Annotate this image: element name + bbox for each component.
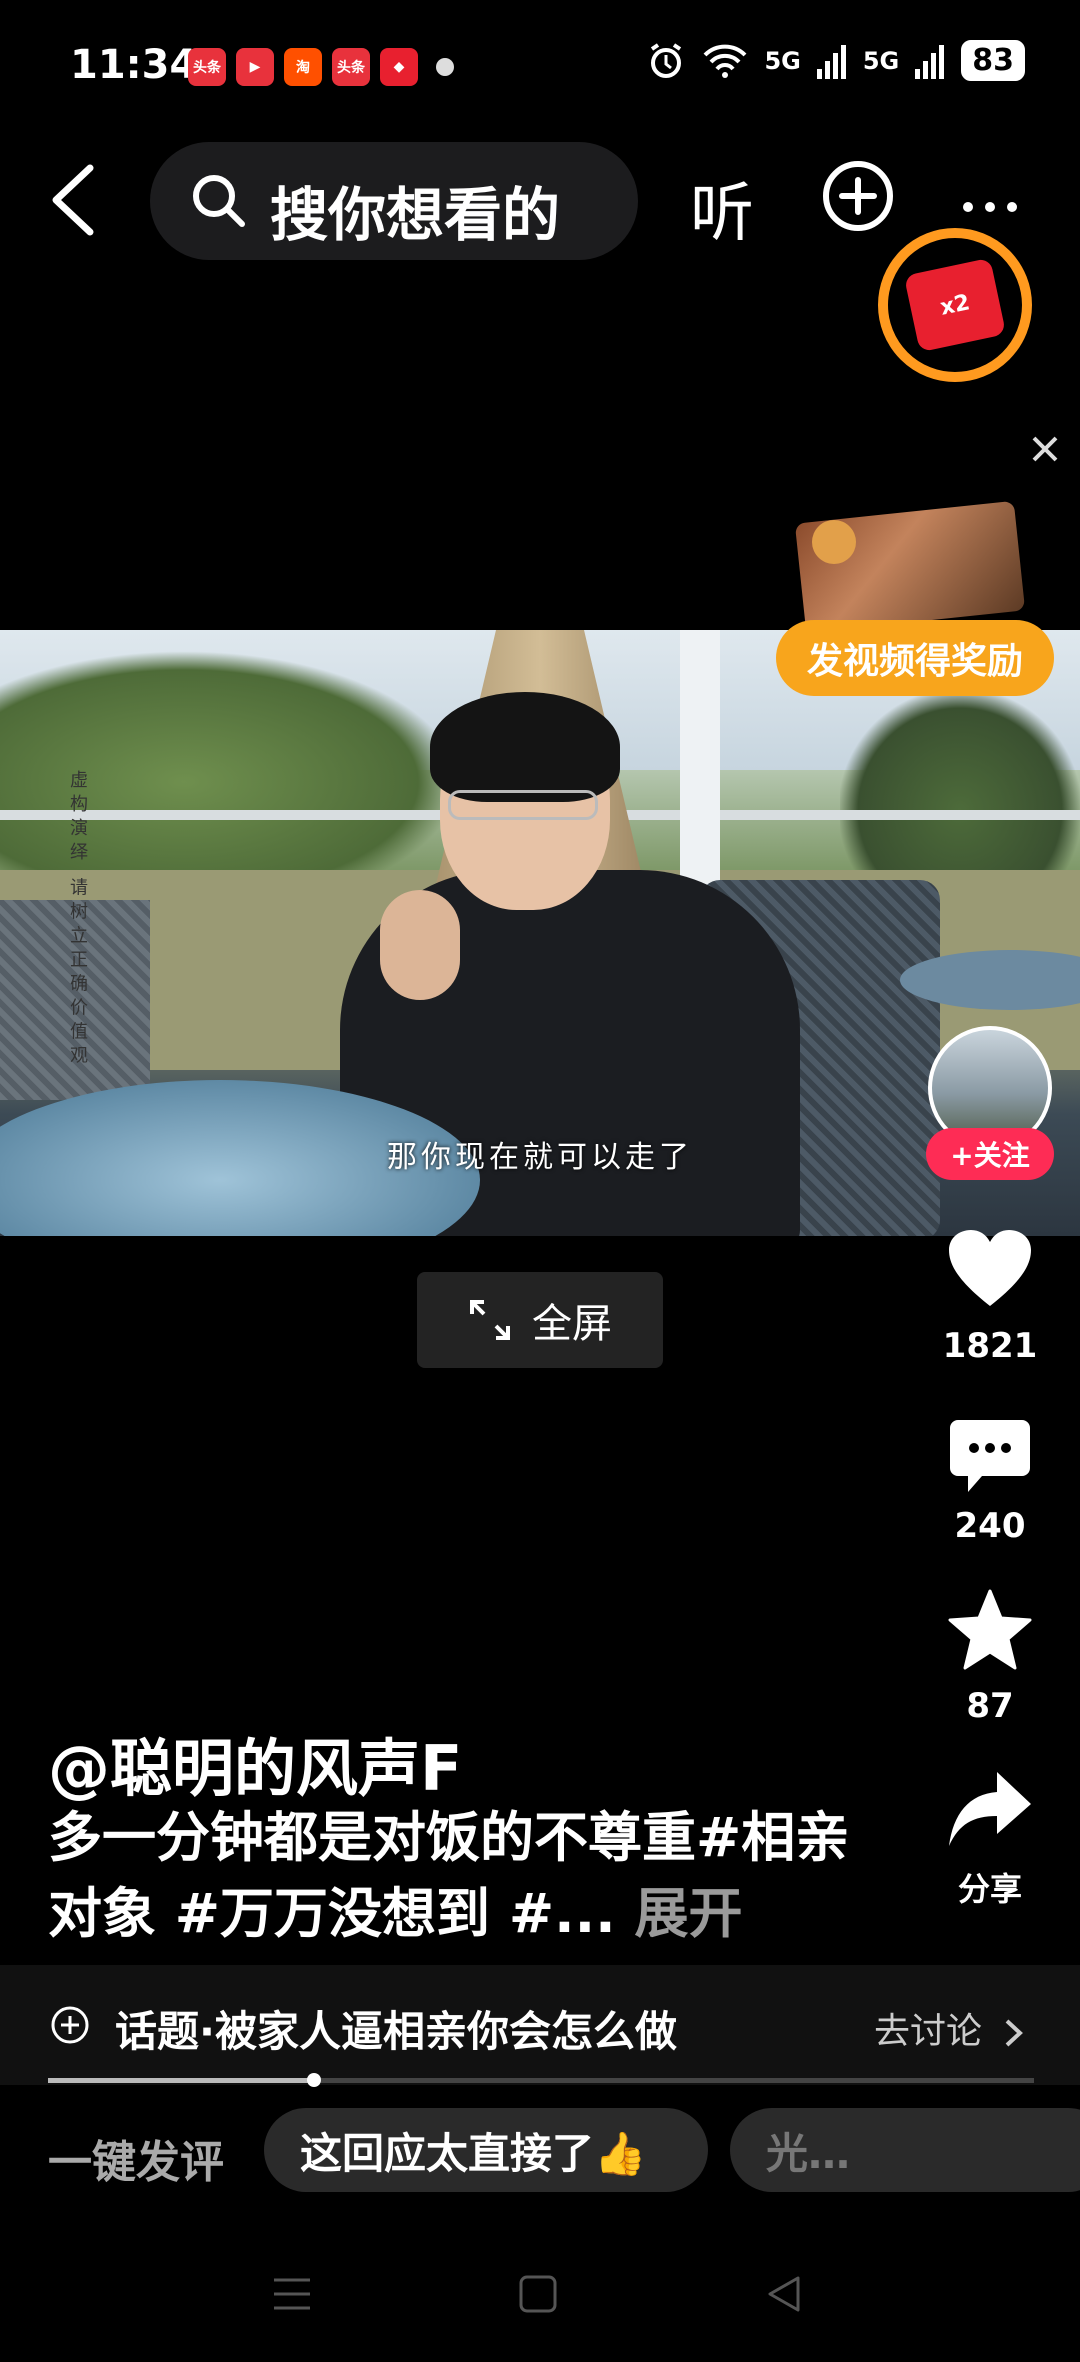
status-indicators: 5G 5G 83 <box>646 40 1025 81</box>
quick-comment-chip[interactable]: 这回应太直接了👍 <box>264 2108 708 2192</box>
listen-button[interactable]: 听 <box>690 162 754 254</box>
fullscreen-label: 全屏 <box>532 1301 612 1347</box>
expand-caption-button[interactable]: 展开 <box>634 1882 742 1945</box>
like-button[interactable] <box>930 1228 1050 1308</box>
video-trees <box>840 690 1080 890</box>
red-packet-widget[interactable]: x2 <box>878 228 1032 382</box>
expand-icon <box>470 1300 510 1340</box>
menu-nav-icon[interactable] <box>270 2272 314 2316</box>
video-watermark: 虚构演绎 请树立正确价值观 <box>67 770 88 1070</box>
reward-label: 发视频得奖励 <box>806 641 1023 682</box>
author-name[interactable]: @聪明的风声F <box>48 1718 462 1808</box>
discuss-button[interactable]: 去讨论 <box>874 2002 1025 2054</box>
topic-text: 话题·被家人逼相亲你会怎么做 <box>115 2007 677 2056</box>
chevron-right-icon <box>1006 2019 1024 2047</box>
back-nav-icon[interactable] <box>762 2272 806 2316</box>
video-subtitle: 那你现在就可以走了 <box>387 1140 693 1175</box>
fullscreen-button[interactable]: 全屏 <box>417 1272 663 1368</box>
plus-circle-icon <box>51 2006 89 2044</box>
follow-button[interactable]: +关注 <box>926 1128 1054 1180</box>
more-button[interactable] <box>960 178 1020 224</box>
discuss-label: 去讨论 <box>874 2011 983 2052</box>
signal-icon <box>915 44 945 79</box>
signal-2-label: 5G <box>862 46 900 75</box>
app-icon: ◆ <box>380 48 418 86</box>
notification-dot-icon <box>436 58 454 76</box>
comment-icon <box>950 1420 1030 1492</box>
toutiao-icon: 头条 <box>332 48 370 86</box>
signal-icon <box>816 44 846 79</box>
search-placeholder: 搜你想看的 <box>270 181 561 249</box>
search-icon <box>193 175 245 227</box>
coin-icon <box>812 520 856 564</box>
favorite-count: 87 <box>966 1686 1014 1726</box>
heart-icon <box>949 1230 1031 1306</box>
comment-count: 240 <box>954 1506 1026 1546</box>
share-button[interactable] <box>930 1770 1050 1848</box>
share-label: 分享 <box>957 1870 1022 1908</box>
video-caption[interactable]: 多一分钟都是对饭的不尊重#相亲对象 #万万没想到 #... 展开 <box>48 1800 868 1952</box>
quick-comment-chip[interactable]: 光… <box>730 2108 1080 2192</box>
comment-button[interactable] <box>930 1416 1050 1496</box>
battery-indicator: 83 <box>961 40 1025 81</box>
back-button[interactable] <box>40 160 110 240</box>
red-packet-icon: x2 <box>903 257 1007 353</box>
taobao-icon: 淘 <box>284 48 322 86</box>
home-nav-icon[interactable] <box>516 2272 560 2316</box>
close-ad-button[interactable] <box>1030 428 1060 474</box>
status-time: 11:34 <box>70 42 198 88</box>
toutiao-icon: 头条 <box>188 48 226 86</box>
video-progress-fill <box>48 2078 315 2083</box>
video-hand <box>380 890 460 1000</box>
more-icon <box>963 202 1017 212</box>
signal-1-label: 5G <box>764 46 801 75</box>
red-packet-multiplier: x2 <box>937 289 973 321</box>
quick-comment-label: 一键发评 <box>48 2137 224 2188</box>
status-bar: 11:34 头条 ▶ 淘 头条 ◆ 5G 5G 83 <box>0 0 1080 130</box>
like-count: 1821 <box>942 1326 1038 1366</box>
wifi-icon <box>704 44 747 78</box>
video-frame[interactable]: 虚构演绎 请树立正确价值观 那你现在就可以走了 <box>0 630 1080 1236</box>
video-person-hair <box>430 692 620 802</box>
video-app-icon: ▶ <box>236 48 274 86</box>
video-glasses <box>448 790 598 820</box>
close-icon <box>1032 436 1058 462</box>
post-video-reward-button[interactable]: 发视频得奖励 <box>776 620 1054 696</box>
star-icon <box>948 1589 1032 1670</box>
alarm-icon <box>651 42 682 78</box>
add-button[interactable] <box>822 160 894 232</box>
favorite-button[interactable] <box>930 1588 1050 1672</box>
share-icon <box>949 1772 1031 1846</box>
